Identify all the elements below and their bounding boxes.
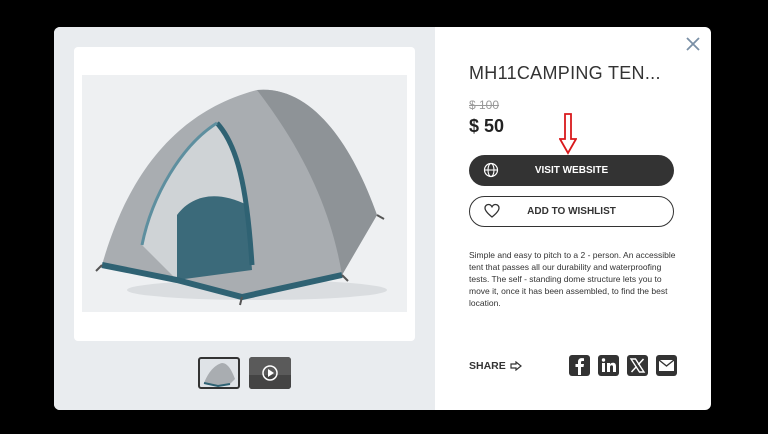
product-gallery [54, 27, 435, 410]
heart-icon [484, 203, 500, 218]
share-text: SHARE [469, 360, 506, 372]
add-to-wishlist-button[interactable]: ADD TO WISHLIST [469, 196, 674, 227]
x-icon[interactable] [627, 355, 648, 376]
globe-icon [483, 162, 499, 178]
close-icon[interactable] [684, 35, 702, 53]
share-arrow-icon [510, 361, 522, 371]
main-product-image[interactable] [82, 75, 407, 312]
facebook-icon[interactable] [569, 355, 590, 376]
visit-website-label: VISIT WEBSITE [534, 165, 609, 176]
thumbnail-tent[interactable] [198, 357, 240, 389]
product-description: Simple and easy to pitch to a 2 - person… [469, 250, 676, 308]
product-modal: MH11CAMPING TEN... $ 100 $ 50 VISIT WEBS… [54, 27, 711, 410]
add-to-wishlist-label: ADD TO WISHLIST [527, 206, 616, 217]
email-icon[interactable] [656, 355, 677, 376]
sale-price: $ 50 [469, 116, 505, 136]
main-image-card [74, 47, 415, 341]
red-arrow-annotation-icon [559, 113, 577, 155]
product-title: MH11CAMPING TEN... [469, 63, 661, 83]
original-price: $ 100 [469, 98, 500, 112]
visit-website-button[interactable]: VISIT WEBSITE [469, 155, 674, 186]
linkedin-icon[interactable] [598, 355, 619, 376]
thumbnail-video[interactable] [249, 357, 291, 389]
share-label: SHARE [469, 360, 522, 372]
